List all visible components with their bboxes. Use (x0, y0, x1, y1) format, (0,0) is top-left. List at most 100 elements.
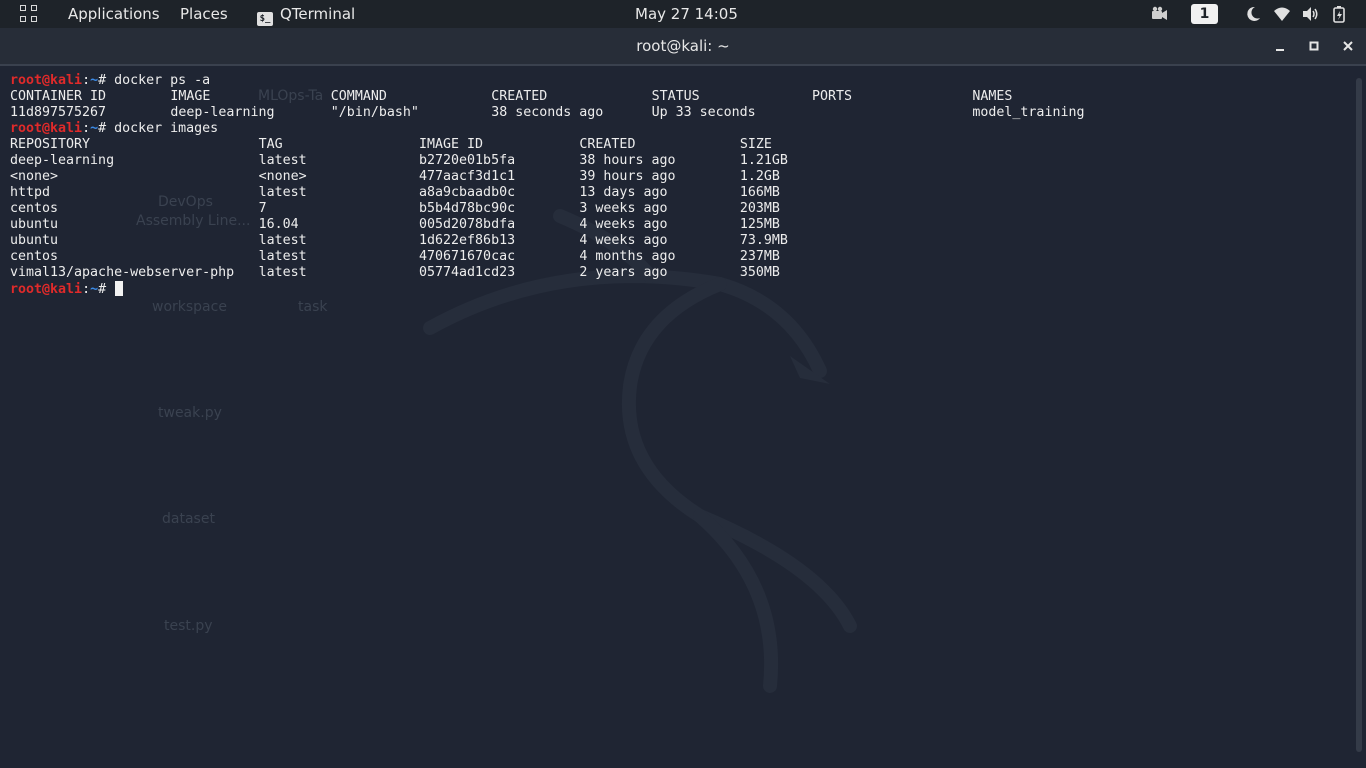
prompt-user: root@kali (10, 121, 83, 136)
images-row-cell: latest (258, 153, 307, 168)
images-row-cell: latest (258, 233, 307, 248)
images-row-cell: 4 weeks ago (579, 233, 668, 248)
images-row: centos latest 470671670cac 4 months ago 237M… (10, 249, 780, 265)
battery-icon[interactable] (1330, 5, 1348, 23)
images-row: <none> <none> 477aacf3d1c1 39 hours ago 1.2G… (10, 169, 780, 185)
images-row-cell: 73.9MB (739, 233, 788, 248)
applications-menu[interactable]: Applications (68, 0, 160, 28)
prompt-path: ~ (90, 121, 99, 136)
images-row-cell: 39 hours ago (579, 169, 676, 184)
images-row-cell: 05774ad1cd23 (419, 265, 516, 280)
active-app-menu[interactable]: $_ QTerminal (257, 0, 355, 28)
active-app-label: QTerminal (280, 5, 356, 23)
prompt-user: root@kali (10, 282, 83, 297)
images-header-row: REPOSITORY TAG IMAGE ID CREATED SIZE (10, 137, 772, 153)
images-row: deep-learning latest b2720e01b5fa 38 hours … (10, 153, 788, 169)
images-row: ubuntu latest 1d622ef86b13 4 weeks ago 73.9M… (10, 233, 788, 249)
images-row-cell: <none> (10, 169, 59, 184)
images-row-cell: ubuntu (10, 217, 59, 232)
prompt-path: ~ (90, 282, 99, 297)
images-row-cell: a8a9cbaadb0c (419, 185, 516, 200)
prompt-line: root@kali:~# docker images (10, 121, 218, 137)
images-header-row-cell: IMAGE ID (419, 137, 484, 152)
desktop-icon-label: dataset (162, 511, 215, 527)
ps-header-row-cell: CONTAINER ID (10, 89, 107, 104)
video-camera-icon[interactable] (1150, 5, 1168, 23)
images-row-cell: deep-learning (10, 153, 115, 168)
images-row-cell: 477aacf3d1c1 (419, 169, 516, 184)
images-header-row-cell: SIZE (739, 137, 772, 152)
wifi-icon[interactable] (1273, 5, 1291, 23)
close-button[interactable] (1338, 36, 1358, 56)
ps-header-row-cell: NAMES (972, 89, 1013, 104)
app-grid-icon[interactable] (20, 5, 38, 23)
images-row-cell: 1.2GB (739, 169, 780, 184)
workspace-indicator[interactable]: 1 (1191, 4, 1218, 24)
images-header-row-cell: CREATED (579, 137, 636, 152)
images-row-cell: latest (258, 185, 307, 200)
images-row-cell: 125MB (739, 217, 780, 232)
window-title: root@kali: ~ (636, 37, 730, 55)
images-row: vimal13/apache-webserver-php latest 05774a… (10, 265, 780, 281)
maximize-button[interactable] (1304, 36, 1324, 56)
ps-row-cell: "/bin/bash" (330, 105, 419, 120)
ps-header-row-cell: PORTS (812, 89, 853, 104)
terminal-app-icon: $_ (257, 12, 273, 26)
prompt-separator: : (82, 282, 91, 297)
volume-icon[interactable] (1301, 5, 1319, 23)
images-row-cell: 350MB (739, 265, 780, 280)
prompt-line: root@kali:~# (10, 281, 218, 297)
images-row-cell: latest (258, 249, 307, 264)
images-row-cell: 237MB (739, 249, 780, 264)
text-cursor (115, 281, 124, 296)
prompt-symbol: # (98, 121, 115, 136)
desktop-icon-label: workspace (152, 299, 227, 315)
ps-header-row: CONTAINER ID IMAGE COMMAND CREATED STATUS POR… (10, 89, 1012, 105)
images-row-cell: httpd (10, 185, 51, 200)
prompt-symbol: # (98, 282, 115, 297)
images-row-cell: 4 weeks ago (579, 217, 668, 232)
images-row-cell: latest (258, 265, 307, 280)
places-menu[interactable]: Places (180, 0, 228, 28)
images-row-cell: b2720e01b5fa (419, 153, 516, 168)
night-mode-icon[interactable] (1244, 5, 1262, 23)
images-row-cell: 005d2078bdfa (419, 217, 516, 232)
images-row: centos 7 b5b4d78bc90c 3 weeks ago 203MB (10, 201, 780, 217)
images-row-cell: centos (10, 249, 59, 264)
ps-row-cell: 11d897575267 (10, 105, 107, 120)
clock[interactable]: May 27 14:05 (635, 0, 738, 28)
terminal-titlebar[interactable]: root@kali: ~ (0, 28, 1366, 64)
minimize-button[interactable] (1270, 36, 1290, 56)
terminal-scrollbar[interactable] (1356, 78, 1362, 752)
desktop-icon-label: test.py (164, 618, 213, 634)
images-row-cell: 166MB (739, 185, 780, 200)
ps-row: 11d897575267 deep-learning "/bin/bash" 38 s… (10, 105, 1084, 121)
images-row-cell: 38 hours ago (579, 153, 676, 168)
images-row-cell: b5b4d78bc90c (419, 201, 516, 216)
images-header-row-cell: TAG (258, 137, 283, 152)
top-panel: Applications Places $_ QTerminal May 27 1… (0, 0, 1366, 28)
command-text: docker images (114, 121, 219, 136)
ps-header-row-cell: STATUS (651, 89, 700, 104)
terminal-output[interactable]: root@kali:~# docker ps -a CONTAINER ID IMA… (10, 73, 1084, 297)
prompt-separator: : (82, 73, 91, 88)
prompt-user: root@kali (10, 73, 83, 88)
images-row-cell: <none> (258, 169, 307, 184)
prompt-symbol: # (98, 73, 115, 88)
images-row-cell: 1d622ef86b13 (419, 233, 516, 248)
images-row-cell: 470671670cac (419, 249, 516, 264)
ps-header-row-cell: CREATED (491, 89, 548, 104)
ps-header-row-cell: COMMAND (330, 89, 387, 104)
images-header-row-cell: REPOSITORY (10, 137, 91, 152)
prompt-separator: : (82, 121, 91, 136)
images-row-cell: 13 days ago (579, 185, 668, 200)
images-row-cell: 203MB (739, 201, 780, 216)
images-row-cell: 1.21GB (739, 153, 788, 168)
ps-row-cell: Up 33 seconds (651, 105, 756, 120)
ps-row-cell: deep-learning (170, 105, 275, 120)
command-text: docker ps -a (114, 73, 211, 88)
terminal-area[interactable]: MLOps-Ta DevOps Assembly Line... workspa… (0, 66, 1366, 768)
ps-row-cell: 38 seconds ago (491, 105, 604, 120)
ps-header-row-cell: IMAGE (170, 89, 211, 104)
images-row-cell: 16.04 (258, 217, 299, 232)
